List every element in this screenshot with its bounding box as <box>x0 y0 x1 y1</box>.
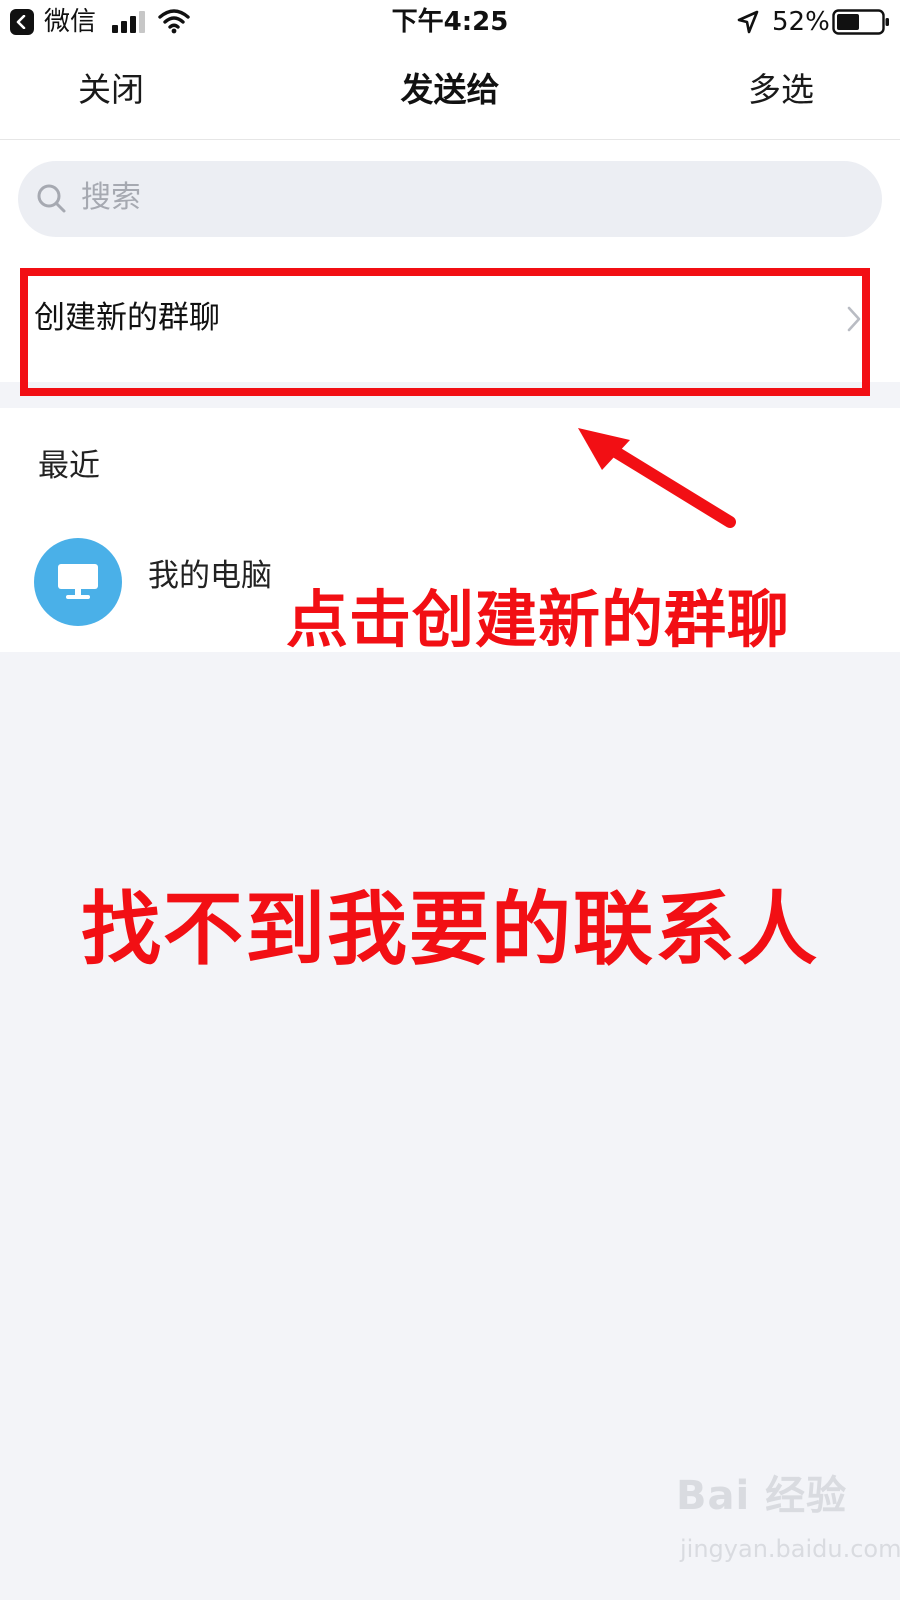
watermark-url: jingyan.baidu.com <box>680 1535 900 1563</box>
list-item-name: 我的电脑 <box>148 558 272 594</box>
location-arrow-icon <box>737 10 759 34</box>
avatar <box>34 538 122 626</box>
search-input[interactable]: 搜索 <box>18 161 882 237</box>
status-time: 下午4:25 <box>391 7 509 37</box>
recent-heading: 最近 <box>38 448 100 484</box>
multi-select-button[interactable]: 多选 <box>748 70 814 110</box>
search-icon <box>37 184 66 213</box>
search-section: 搜索 <box>0 140 900 255</box>
create-group-chat-row[interactable]: 创建新的群聊 <box>0 255 900 382</box>
battery-icon <box>832 9 889 35</box>
battery-percent: 52% <box>772 7 830 37</box>
watermark: Bai 经验 jingyan.baidu.com <box>676 1466 900 1586</box>
watermark-brand: Bai 经验 <box>676 1473 848 1519</box>
annotation-click-hint: 点击创建新的群聊 <box>286 583 791 656</box>
annotation-arrow-icon <box>578 428 736 528</box>
monitor-icon <box>58 564 98 599</box>
section-divider <box>0 382 900 408</box>
annotation-not-found: 找不到我要的联系人 <box>81 883 819 976</box>
chevron-right-icon <box>847 306 861 332</box>
search-placeholder: 搜索 <box>81 180 141 215</box>
create-group-chat-label: 创建新的群聊 <box>34 300 220 336</box>
navigation-bar: 关闭 发送给 多选 <box>0 44 900 140</box>
status-bar: 微信 下午4:25 52% <box>0 0 900 44</box>
